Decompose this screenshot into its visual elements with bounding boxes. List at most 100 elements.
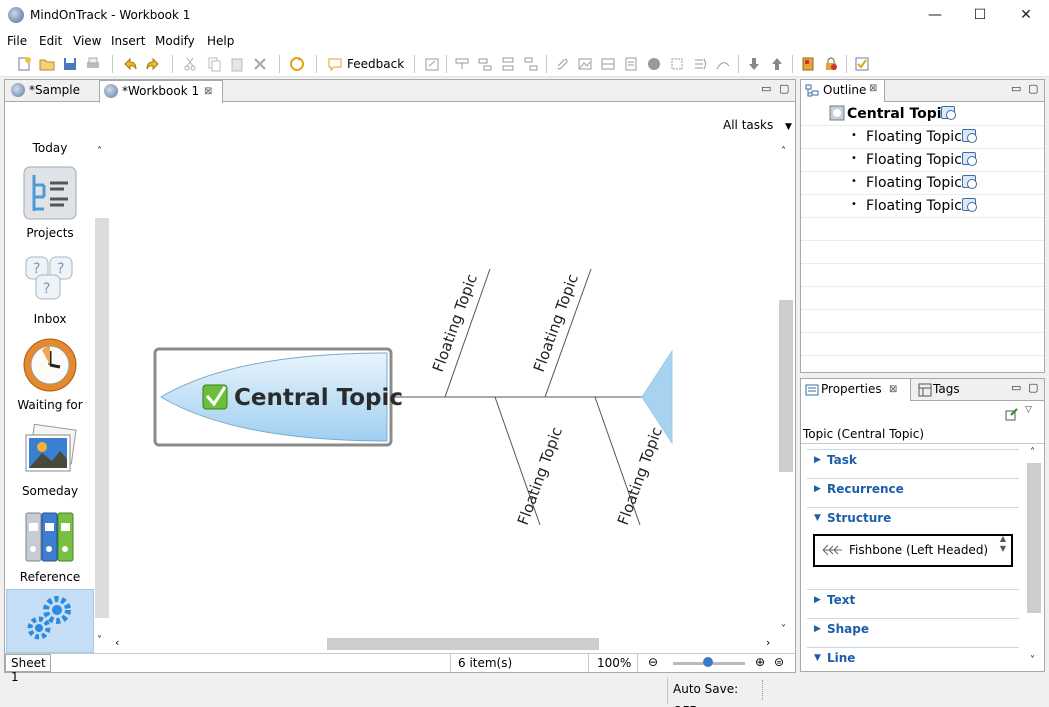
delete-icon[interactable] — [252, 56, 268, 72]
structure-select[interactable]: Fishbone (Left Headed) ▲ ▼ — [813, 534, 1013, 567]
paste-icon[interactable] — [229, 56, 245, 72]
scroll-right-icon[interactable]: › — [766, 636, 770, 649]
zoom-out-icon[interactable]: ⊖ — [648, 655, 658, 669]
scroll-down-icon[interactable]: ˅ — [781, 624, 786, 635]
book-icon[interactable] — [800, 56, 816, 72]
summary-icon[interactable] — [692, 56, 708, 72]
floating-topic-2[interactable]: Floating Topic — [530, 272, 582, 375]
autosave-status[interactable]: Auto Save: OFF — [667, 678, 762, 707]
scroll-left-icon[interactable]: ‹ — [115, 636, 119, 649]
close-outline-icon[interactable]: ⊠ — [869, 83, 877, 94]
outline-item[interactable]: • Floating Topic — [801, 126, 1044, 149]
scroll-up-icon[interactable]: ˄ — [97, 146, 102, 157]
zoom-in-icon[interactable]: ⊕ — [755, 655, 765, 669]
menu-view[interactable]: View — [73, 34, 101, 48]
move-up-icon[interactable] — [769, 56, 785, 72]
scroll-down-icon[interactable]: ˅ — [97, 635, 102, 646]
menu-insert[interactable]: Insert — [111, 34, 145, 48]
label-icon[interactable] — [669, 56, 685, 72]
close-button[interactable]: ✕ — [1003, 0, 1049, 31]
view-menu-icon[interactable]: ▽ — [1025, 405, 1032, 415]
sheet-tab[interactable]: Sheet 1 — [5, 654, 51, 684]
scroll-down-icon[interactable]: ˅ — [1030, 655, 1035, 666]
minimize-button[interactable]: — — [912, 0, 958, 31]
maximize-view-icon[interactable]: ▢ — [779, 82, 789, 95]
central-topic-text[interactable]: Central Topic — [234, 385, 403, 411]
maximize-outline-icon[interactable]: ▢ — [1028, 82, 1038, 95]
insert-parent-icon[interactable] — [523, 56, 539, 72]
fit-zoom-icon[interactable]: ⊜ — [774, 655, 784, 669]
tab-sample[interactable]: *Sample — [7, 80, 97, 102]
note-icon[interactable] — [623, 56, 639, 72]
redo-icon[interactable] — [145, 56, 161, 72]
open-icon[interactable] — [39, 56, 55, 72]
edit-style-icon[interactable] — [1005, 407, 1019, 421]
maximize-button[interactable]: ☐ — [957, 0, 1003, 31]
minimize-properties-icon[interactable]: ▭ — [1011, 381, 1021, 394]
insert-topic-icon[interactable] — [454, 56, 470, 72]
zoom-slider-handle[interactable] — [703, 657, 713, 667]
maximize-properties-icon[interactable]: ▢ — [1028, 381, 1038, 394]
image-icon[interactable] — [577, 56, 593, 72]
tab-tags[interactable]: Tags — [913, 379, 973, 401]
menu-edit[interactable]: Edit — [39, 34, 62, 48]
outline-item[interactable]: • Floating Topic — [801, 195, 1044, 218]
tab-outline[interactable]: Outline ⊠ — [801, 80, 885, 102]
menu-modify[interactable]: Modify — [155, 34, 195, 48]
mind-map-canvas[interactable]: Central Topic Floating Topic Floating To… — [115, 103, 795, 653]
new-icon[interactable] — [16, 56, 32, 72]
gtd-someday[interactable]: Someday — [6, 423, 94, 503]
outline-item[interactable]: • Floating Topic — [801, 149, 1044, 172]
scroll-up-icon[interactable]: ˄ — [1030, 447, 1035, 458]
menu-file[interactable]: File — [7, 34, 27, 48]
tab-workbook-1[interactable]: *Workbook 1 ⊠ — [99, 80, 223, 103]
print-icon[interactable] — [85, 56, 101, 72]
gtd-projects[interactable]: Projects — [6, 165, 94, 245]
close-tab-icon[interactable]: ⊠ — [204, 82, 212, 102]
minimize-view-icon[interactable]: ▭ — [761, 82, 771, 95]
clock-icon — [23, 338, 77, 392]
relationship-icon[interactable] — [715, 56, 731, 72]
close-properties-icon[interactable]: ⊠ — [889, 379, 897, 400]
section-recurrence[interactable]: ▶ Recurrence — [807, 478, 1019, 500]
gtd-inbox[interactable]: ? ? ? Inbox — [6, 251, 94, 331]
section-text[interactable]: ▶ Text — [807, 589, 1019, 611]
outline-item[interactable]: • Floating Topic — [801, 172, 1044, 195]
section-shape[interactable]: ▶ Shape — [807, 618, 1019, 640]
gtd-scrollbar[interactable] — [95, 218, 109, 618]
insert-before-icon[interactable] — [500, 56, 516, 72]
refresh-icon[interactable] — [289, 56, 305, 72]
task-info-icon[interactable] — [854, 56, 870, 72]
outline-empty-row — [801, 241, 1044, 264]
feedback-button[interactable]: Feedback — [327, 55, 404, 73]
move-down-icon[interactable] — [746, 56, 762, 72]
minimize-outline-icon[interactable]: ▭ — [1011, 82, 1021, 95]
save-icon[interactable] — [62, 56, 78, 72]
section-line[interactable]: ▼ Line — [807, 647, 1019, 669]
outline-root[interactable]: Central Topic — [801, 103, 1044, 126]
gtd-settings[interactable] — [6, 589, 94, 653]
attachment-icon[interactable] — [554, 56, 570, 72]
floating-topic-4[interactable]: Floating Topic — [614, 425, 666, 528]
copy-icon[interactable] — [206, 56, 222, 72]
menu-help[interactable]: Help — [207, 34, 234, 48]
properties-scrollbar[interactable] — [1027, 463, 1041, 613]
lock-icon[interactable] — [823, 56, 839, 72]
gtd-waiting-for[interactable]: Waiting for — [6, 337, 94, 417]
horizontal-scrollbar[interactable] — [327, 638, 599, 650]
floating-topic-1[interactable]: Floating Topic — [429, 272, 481, 375]
floating-topic-3[interactable]: Floating Topic — [514, 425, 566, 528]
export-icon[interactable] — [424, 56, 440, 72]
undo-icon[interactable] — [122, 56, 138, 72]
boundary-icon[interactable] — [600, 56, 616, 72]
marker-icon[interactable] — [646, 56, 662, 72]
insert-subtopic-icon[interactable] — [477, 56, 493, 72]
section-structure[interactable]: ▼ Structure — [807, 507, 1019, 529]
section-task[interactable]: ▶ Task — [807, 449, 1019, 471]
gtd-today[interactable]: Today — [6, 141, 94, 155]
gtd-reference[interactable]: Reference — [6, 509, 94, 589]
scroll-up-icon[interactable]: ˄ — [781, 146, 786, 157]
vertical-scrollbar[interactable] — [779, 300, 793, 472]
cut-icon[interactable] — [182, 56, 198, 72]
tab-properties[interactable]: Properties ⊠ — [801, 379, 911, 401]
